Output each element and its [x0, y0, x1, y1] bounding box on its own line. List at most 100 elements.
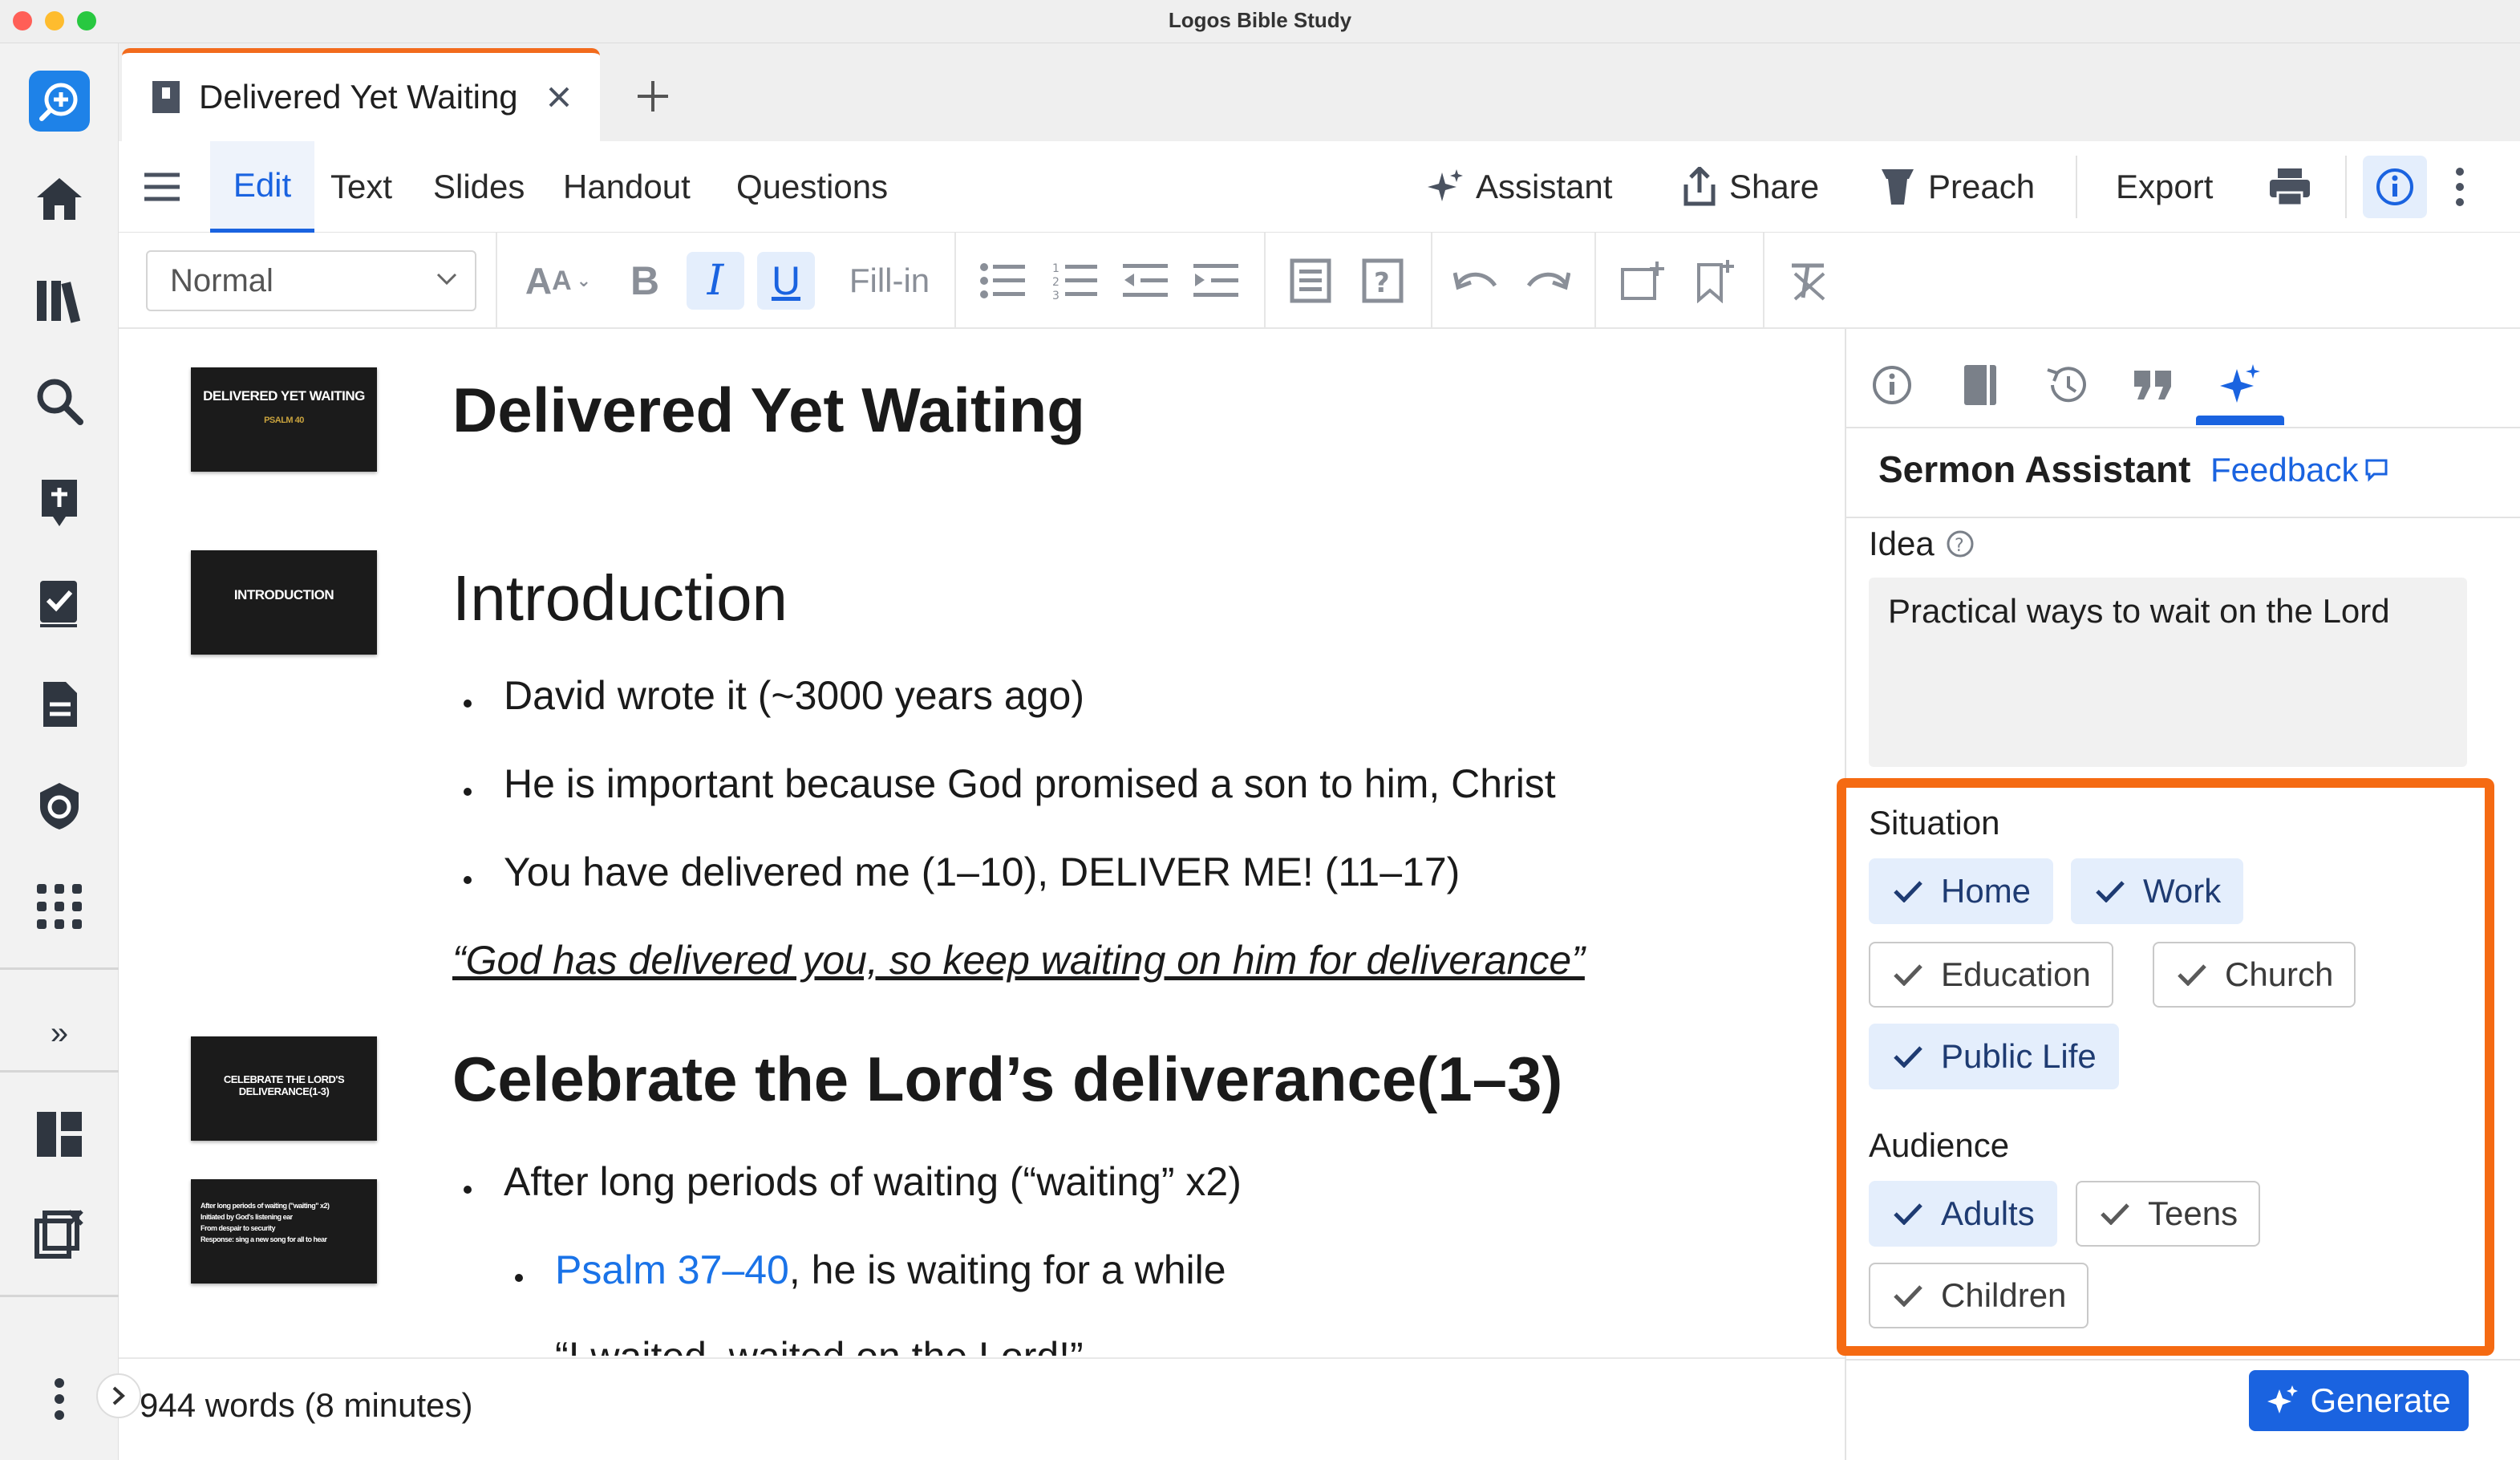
info-icon — [2376, 168, 2413, 205]
add-bookmark-icon[interactable] — [1686, 252, 1744, 310]
shield-icon[interactable] — [29, 775, 90, 836]
scripture-link[interactable]: Psalm 37–40 — [555, 1247, 789, 1292]
nav-divider — [0, 967, 119, 970]
panel-divider — [1846, 517, 2520, 518]
generate-button[interactable]: Generate — [2249, 1370, 2469, 1431]
assistant-label: Assistant — [1476, 168, 1613, 205]
clear-formatting-icon[interactable] — [1779, 252, 1837, 310]
more-vertical-icon[interactable] — [29, 1369, 90, 1430]
expand-chevron-icon[interactable]: » — [29, 1003, 90, 1064]
undo-icon[interactable] — [1447, 252, 1505, 310]
tab-handout[interactable]: Handout — [563, 141, 691, 233]
toolbar-divider — [954, 233, 956, 329]
share-icon — [1681, 167, 1718, 207]
search-plus-icon[interactable] — [29, 71, 90, 132]
bible-icon[interactable] — [29, 472, 90, 533]
bullet — [464, 700, 472, 708]
sub-bullet-line: Psalm 37–40, he is waiting for a while — [555, 1247, 1226, 1293]
panel-tab-assistant[interactable] — [2196, 343, 2284, 427]
paragraph-style-select[interactable]: Normal — [146, 250, 476, 311]
toolbar-divider — [496, 233, 497, 329]
cutoff-line: “I waited, waited on the Lord!” — [555, 1333, 1084, 1356]
active-tab-indicator — [2196, 416, 2284, 425]
slide-title: INTRODUCTION — [233, 587, 334, 602]
intro-heading: Introduction — [452, 562, 788, 634]
tab-slides[interactable]: Slides — [433, 141, 525, 233]
slide-layout-icon[interactable] — [1282, 252, 1339, 310]
panel-tab-info[interactable] — [1848, 343, 1936, 427]
feedback-label: Feedback — [2210, 451, 2359, 489]
layout-icon[interactable] — [29, 1104, 90, 1165]
document-icon[interactable] — [29, 674, 90, 735]
italic-icon[interactable]: I — [687, 252, 744, 310]
slide-thumbnail[interactable]: CELEBRATE THE LORD'S DELIVERANCE(1-3) — [191, 1036, 377, 1141]
search-icon[interactable] — [29, 371, 90, 432]
bold-icon[interactable]: B — [616, 252, 674, 310]
preach-button[interactable]: Preach — [1880, 141, 2035, 233]
generate-label: Generate — [2310, 1381, 2451, 1419]
highlight-annotation — [1837, 778, 2494, 1356]
slide-thumbnail[interactable]: INTRODUCTION — [191, 550, 377, 655]
new-tab-button[interactable] — [629, 72, 677, 120]
feedback-link[interactable]: Feedback — [2210, 451, 2388, 489]
document-tab[interactable]: Delivered Yet Waiting — [122, 48, 600, 141]
panel-tab-quotes[interactable] — [2109, 343, 2198, 427]
left-nav-rail: » — [0, 43, 119, 1460]
bullet — [464, 876, 472, 884]
panel-divider — [1846, 1359, 2520, 1361]
panel-tab-history[interactable] — [2023, 343, 2111, 427]
chevron-right-icon — [112, 1386, 125, 1405]
section-heading: Celebrate the Lord’s deliverance(1–3) — [452, 1044, 1563, 1114]
sermon-doc-icon — [151, 79, 181, 115]
outdent-icon[interactable] — [1116, 252, 1174, 310]
tab-edit[interactable]: Edit — [210, 141, 314, 233]
tab-questions[interactable]: Questions — [736, 141, 888, 233]
intro-bullet: You have delivered me (1–10), DELIVER ME… — [504, 850, 1461, 894]
underline-icon[interactable]: U — [757, 252, 815, 310]
slide-subtitle: PSALM 40 — [264, 416, 304, 425]
close-panels-icon[interactable] — [29, 1203, 90, 1264]
sparkle-icon — [1426, 168, 1465, 206]
apps-grid-icon[interactable] — [29, 876, 90, 937]
toolbar-divider — [1594, 233, 1596, 329]
nav-divider — [0, 1295, 119, 1297]
app-title: Logos Bible Study — [1168, 8, 1352, 32]
hamburger-menu-icon[interactable] — [143, 141, 181, 233]
feedback-icon — [2365, 459, 2388, 482]
fill-in-button[interactable]: Fill-in — [837, 252, 942, 310]
library-icon[interactable] — [29, 270, 90, 331]
svg-text:1: 1 — [1052, 262, 1059, 275]
slide-title: CELEBRATE THE LORD'S DELIVERANCE(1-3) — [223, 1073, 345, 1097]
panel-tab-notebook[interactable] — [1936, 343, 2024, 427]
info-toggle-button[interactable] — [2363, 156, 2427, 218]
home-icon[interactable] — [29, 168, 90, 229]
preach-label: Preach — [1928, 168, 2036, 205]
checklist-icon[interactable] — [29, 573, 90, 634]
font-size-icon[interactable]: A A ⌄ — [520, 252, 597, 310]
slide-thumbnail[interactable]: DELIVERED YET WAITING PSALM 40 — [191, 367, 377, 472]
window-titlebar: Logos Bible Study — [0, 0, 2520, 43]
numbered-list-icon[interactable]: 123 — [1046, 252, 1104, 310]
question-box-icon[interactable]: ? — [1354, 252, 1412, 310]
share-button[interactable]: Share — [1681, 141, 1819, 233]
export-button[interactable]: Export — [2116, 141, 2213, 233]
sparkle-icon — [2267, 1385, 2299, 1413]
slide-thumbnail[interactable]: After long periods of waiting ("waiting"… — [191, 1179, 377, 1284]
document-editor[interactable]: DELIVERED YET WAITING PSALM 40 Delivered… — [119, 329, 1845, 1356]
print-icon[interactable] — [2268, 141, 2311, 233]
expand-left-button[interactable] — [96, 1373, 141, 1418]
close-tab-icon[interactable] — [547, 85, 571, 109]
assistant-button[interactable]: Assistant — [1426, 141, 1612, 233]
word-count: 944 words (8 minutes) — [140, 1386, 473, 1424]
more-options-icon[interactable] — [2454, 141, 2465, 233]
svg-text:?: ? — [1374, 267, 1390, 299]
svg-text:?: ? — [1955, 536, 1964, 556]
bulleted-list-icon[interactable] — [974, 252, 1031, 310]
add-slide-icon[interactable] — [1614, 252, 1671, 310]
toolbar-divider — [2345, 156, 2347, 218]
redo-icon[interactable] — [1519, 252, 1577, 310]
idea-input[interactable]: Practical ways to wait on the Lord — [1869, 578, 2467, 767]
tab-text[interactable]: Text — [330, 141, 392, 233]
help-icon[interactable]: ? — [1946, 529, 1975, 558]
indent-icon[interactable] — [1187, 252, 1245, 310]
